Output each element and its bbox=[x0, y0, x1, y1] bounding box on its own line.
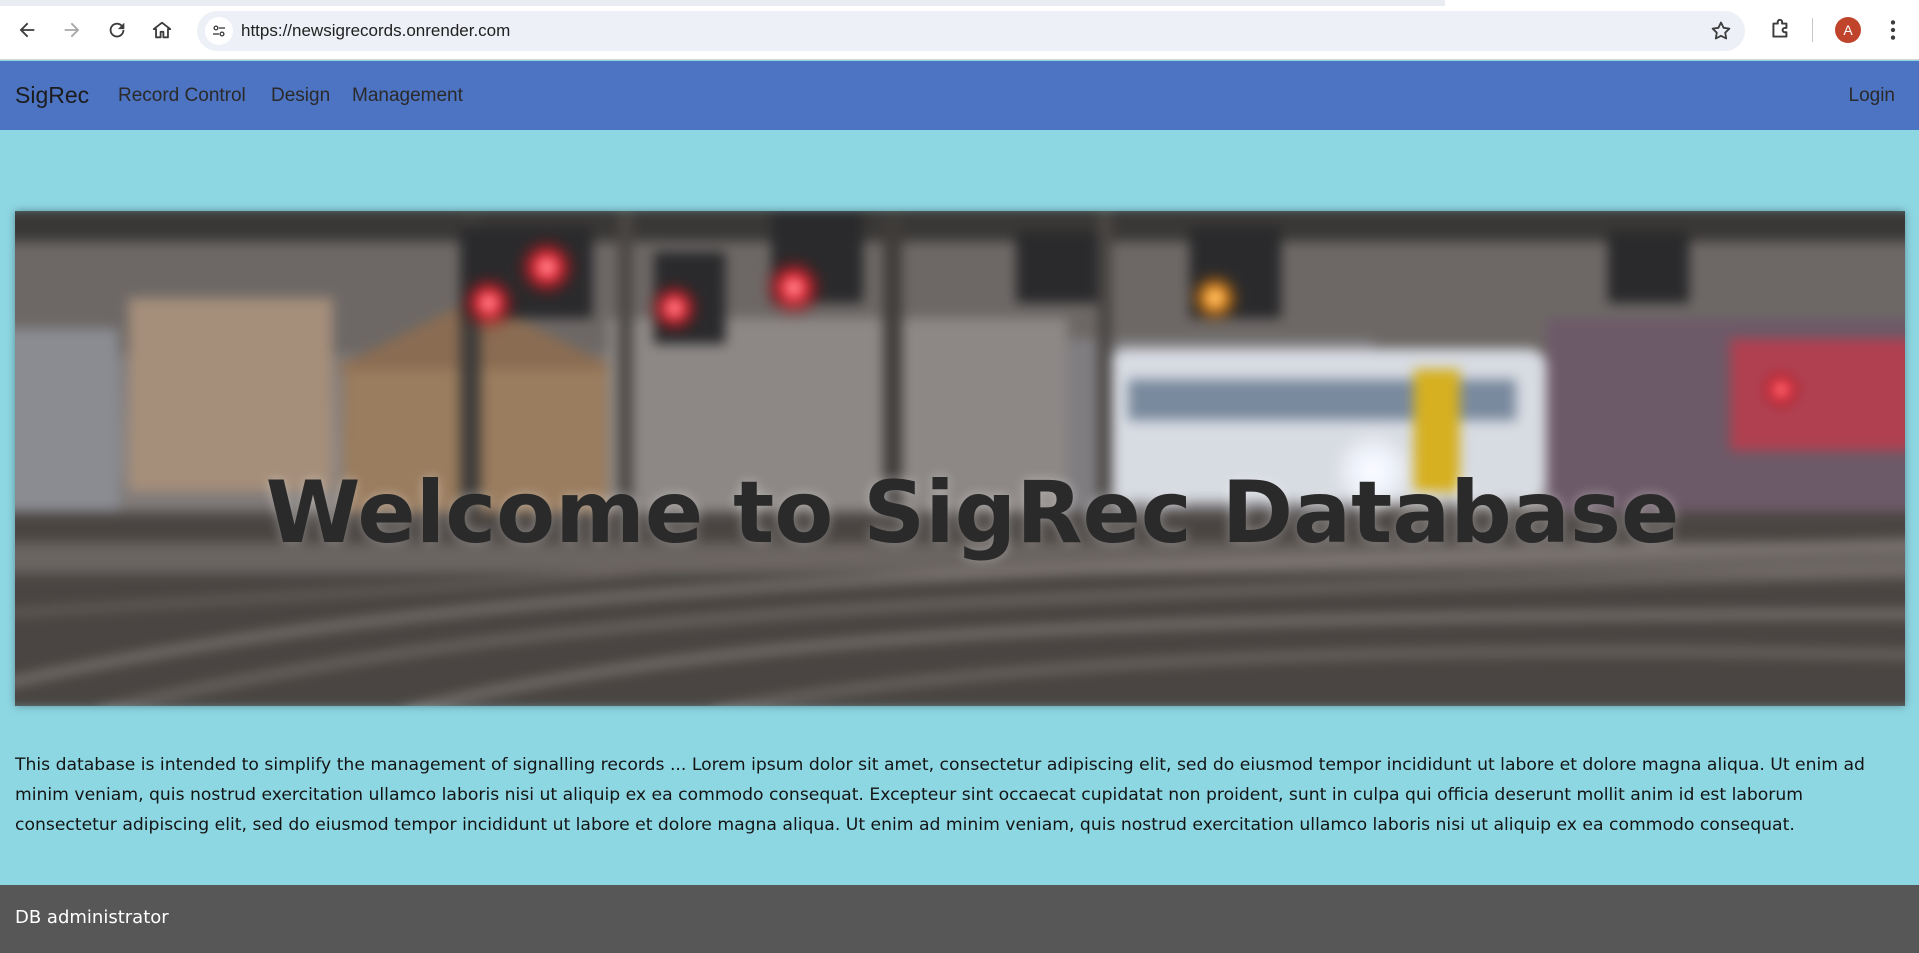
profile-avatar[interactable]: A bbox=[1835, 17, 1861, 43]
site-navbar: SigRec Record Control Design Management … bbox=[0, 61, 1919, 130]
nav-link-record-control[interactable]: Record Control bbox=[118, 85, 246, 107]
kebab-menu-icon[interactable] bbox=[1880, 17, 1906, 43]
address-bar[interactable]: https://newsigrecords.onrender.com bbox=[197, 11, 1745, 51]
reload-icon[interactable] bbox=[101, 14, 133, 46]
hero-background-image bbox=[15, 211, 1905, 706]
home-icon[interactable] bbox=[146, 14, 178, 46]
footer-text: DB administrator bbox=[15, 907, 169, 928]
extensions-puzzle-icon[interactable] bbox=[1768, 16, 1794, 42]
tab-strip-edge bbox=[0, 0, 1445, 6]
browser-toolbar: https://newsigrecords.onrender.com A bbox=[0, 0, 1919, 60]
nav-link-design[interactable]: Design bbox=[271, 85, 330, 107]
page-footer: DB administrator bbox=[0, 885, 1919, 953]
hero-title: Welcome to SigRec Database bbox=[265, 463, 1680, 563]
login-link[interactable]: Login bbox=[1849, 85, 1896, 107]
site-settings-icon[interactable] bbox=[205, 17, 233, 45]
intro-paragraph: This database is intended to simplify th… bbox=[15, 755, 1865, 835]
forward-arrow-icon[interactable] bbox=[56, 14, 88, 46]
nav-link-management[interactable]: Management bbox=[352, 85, 463, 107]
back-arrow-icon[interactable] bbox=[11, 14, 43, 46]
toolbar-divider bbox=[1812, 18, 1813, 42]
brand-logo-text[interactable]: SigRec bbox=[15, 82, 89, 109]
bookmark-star-icon[interactable] bbox=[1709, 19, 1733, 43]
hero-banner: Welcome to SigRec Database bbox=[15, 211, 1905, 706]
url-text[interactable]: https://newsigrecords.onrender.com bbox=[241, 21, 510, 41]
